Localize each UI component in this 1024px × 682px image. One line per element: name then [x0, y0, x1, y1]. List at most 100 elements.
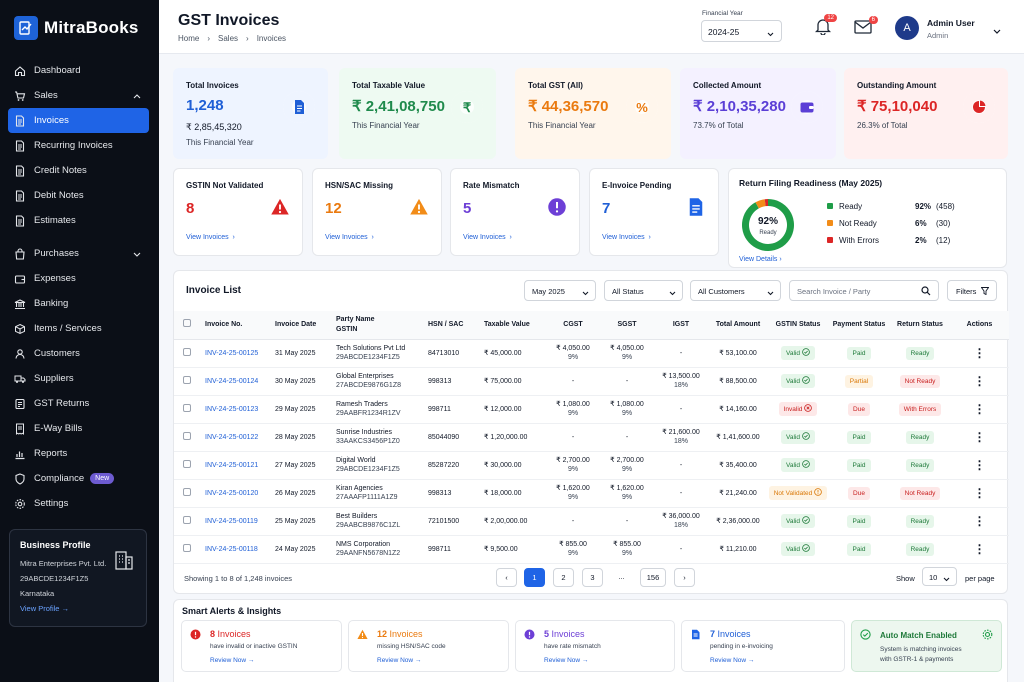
row-checkbox[interactable]: [183, 487, 191, 496]
sidebar-item-compliance[interactable]: Compliance New: [8, 466, 149, 491]
table-row[interactable]: INV-24-25-00121 27 May 2025 Digital World 2…: [174, 451, 1009, 479]
user-menu-chevron-icon[interactable]: [993, 26, 1001, 36]
invoice-number-link[interactable]: INV-24-25-00121: [205, 462, 258, 469]
status-filter-select[interactable]: All Status: [604, 280, 683, 301]
page-button-2[interactable]: 2: [553, 568, 574, 587]
more-vertical-icon[interactable]: ⋮: [974, 458, 986, 472]
month-filter-select[interactable]: May 2025: [524, 280, 596, 301]
customer-filter-select[interactable]: All Customers: [690, 280, 781, 301]
invoice-number-link[interactable]: INV-24-25-00125: [205, 350, 258, 357]
sidebar-item-dashboard[interactable]: Dashboard: [8, 58, 149, 83]
prev-page-button[interactable]: ‹: [496, 568, 517, 587]
sidebar-item-recurring-invoices[interactable]: Recurring Invoices: [8, 133, 149, 158]
row-checkbox[interactable]: [183, 543, 191, 552]
page-button-156[interactable]: 156: [640, 568, 666, 587]
review-now-link[interactable]: Review Now →: [377, 657, 421, 664]
view-profile-link[interactable]: View Profile →: [20, 604, 136, 613]
sidebar-item-reports[interactable]: Reports: [8, 441, 149, 466]
invoice-number-link[interactable]: INV-24-25-00120: [205, 490, 258, 497]
kpi-card-total-invoices[interactable]: Total Invoices 1,248 ₹ 2,85,45,320 This Fin…: [173, 68, 328, 159]
filters-button[interactable]: Filters: [947, 280, 997, 301]
sidebar-item-gst-returns[interactable]: GST Returns: [8, 391, 149, 416]
sidebar-item-credit-notes[interactable]: Credit Notes: [8, 158, 149, 183]
more-vertical-icon[interactable]: ⋮: [974, 402, 986, 416]
kpi-card-collected-amount[interactable]: Collected Amount ₹ 2,10,35,280 73.7% of To…: [680, 68, 836, 159]
sidebar-item-items-services[interactable]: Items / Services: [8, 316, 149, 341]
sidebar-item-e-way-bills[interactable]: E-Way Bills: [8, 416, 149, 441]
avatar[interactable]: A: [895, 16, 919, 40]
row-checkbox[interactable]: [183, 459, 191, 468]
notifications-button[interactable]: 12: [814, 14, 837, 37]
table-row[interactable]: INV-24-25-00122 28 May 2025 Sunrise Indust…: [174, 423, 1009, 451]
col-total[interactable]: Total Amount: [708, 311, 768, 340]
invoice-number-link[interactable]: INV-24-25-00123: [205, 406, 258, 413]
select-all-checkbox[interactable]: [183, 318, 191, 327]
view-invoices-link[interactable]: View Invoices ›: [463, 234, 512, 241]
view-invoices-link[interactable]: View Invoices ›: [186, 234, 235, 241]
review-now-link[interactable]: Review Now →: [544, 657, 588, 664]
col-payment-status[interactable]: Payment Status: [828, 311, 890, 340]
invoice-number-link[interactable]: INV-24-25-00119: [205, 518, 258, 525]
row-checkbox[interactable]: [183, 403, 191, 412]
financial-year-select[interactable]: 2024-25: [701, 20, 782, 42]
view-details-link[interactable]: View Details ›: [739, 256, 782, 263]
more-vertical-icon[interactable]: ⋮: [974, 374, 986, 388]
col-cgst[interactable]: CGST: [546, 311, 600, 340]
messages-button[interactable]: 6: [854, 16, 878, 36]
sidebar-item-debit-notes[interactable]: Debit Notes: [8, 183, 149, 208]
more-vertical-icon[interactable]: ⋮: [974, 514, 986, 528]
kpi-card-total-taxable-value[interactable]: Total Taxable Value ₹ 2,41,08,750 This Fin…: [339, 68, 496, 159]
col-taxable[interactable]: Taxable Value: [484, 311, 546, 340]
page-button-3[interactable]: 3: [582, 568, 603, 587]
col-party[interactable]: Party Name GSTIN: [336, 311, 428, 340]
col-invoice-no[interactable]: Invoice No.: [196, 311, 275, 340]
table-row[interactable]: INV-24-25-00124 30 May 2025 Global Enterpr…: [174, 367, 1009, 395]
more-vertical-icon[interactable]: ⋮: [974, 346, 986, 360]
review-now-link[interactable]: Review Now →: [710, 657, 754, 664]
breadcrumb-home[interactable]: Home: [178, 34, 199, 43]
view-invoices-link[interactable]: View Invoices ›: [325, 234, 374, 241]
sidebar-item-suppliers[interactable]: Suppliers: [8, 366, 149, 391]
invoice-number-link[interactable]: INV-24-25-00118: [205, 546, 258, 553]
next-page-button[interactable]: ›: [674, 568, 695, 587]
table-row[interactable]: INV-24-25-00120 26 May 2025 Kiran Agencies…: [174, 479, 1009, 507]
sidebar-item-purchases[interactable]: Purchases: [8, 241, 149, 266]
table-row[interactable]: INV-24-25-00125 31 May 2025 Tech Solutions…: [174, 339, 1009, 367]
kpi-card-total-gst-all[interactable]: Total GST (All) ₹ 44,36,570 This Financial…: [515, 68, 671, 159]
chevron-up-icon[interactable]: [133, 91, 141, 102]
chevron-down-icon[interactable]: [133, 249, 141, 260]
view-invoices-link[interactable]: View Invoices ›: [602, 234, 651, 241]
col-invoice-date[interactable]: Invoice Date: [275, 311, 336, 340]
sidebar-item-sales[interactable]: Sales: [8, 83, 149, 108]
table-row[interactable]: INV-24-25-00118 24 May 2025 NMS Corporatio…: [174, 535, 1009, 563]
row-checkbox[interactable]: [183, 347, 191, 356]
table-row[interactable]: INV-24-25-00123 29 May 2025 Ramesh Traders…: [174, 395, 1009, 423]
col-sgst[interactable]: SGST: [600, 311, 654, 340]
breadcrumb-sales[interactable]: Sales: [218, 34, 238, 43]
review-now-link[interactable]: Review Now →: [210, 657, 254, 664]
row-checkbox[interactable]: [183, 431, 191, 440]
gear-icon[interactable]: [982, 629, 993, 642]
col-hsn[interactable]: HSN / SAC: [428, 311, 484, 340]
sidebar-item-expenses[interactable]: Expenses: [8, 266, 149, 291]
table-row[interactable]: INV-24-25-00119 25 May 2025 Best Builders 2…: [174, 507, 1009, 535]
sidebar-item-invoices[interactable]: Invoices: [8, 108, 149, 133]
more-vertical-icon[interactable]: ⋮: [974, 486, 986, 500]
search-input[interactable]: Search Invoice / Party: [789, 280, 939, 301]
invoice-number-link[interactable]: INV-24-25-00124: [205, 378, 258, 385]
invoice-number-link[interactable]: INV-24-25-00122: [205, 434, 258, 441]
per-page-select[interactable]: 10: [922, 567, 957, 586]
col-return-status[interactable]: Return Status: [890, 311, 950, 340]
row-checkbox[interactable]: [183, 515, 191, 524]
sidebar-item-banking[interactable]: Banking: [8, 291, 149, 316]
more-vertical-icon[interactable]: ⋮: [974, 542, 986, 556]
page-button-1[interactable]: 1: [524, 568, 545, 587]
kpi-card-outstanding-amount[interactable]: Outstanding Amount ₹ 75,10,040 26.3% of To…: [844, 68, 1008, 159]
col-igst[interactable]: IGST: [654, 311, 708, 340]
row-checkbox[interactable]: [183, 375, 191, 384]
app-logo[interactable]: MitraBooks: [14, 16, 139, 40]
sidebar-item-settings[interactable]: Settings: [8, 491, 149, 516]
more-vertical-icon[interactable]: ⋮: [974, 430, 986, 444]
col-gstin-status[interactable]: GSTIN Status: [768, 311, 828, 340]
sidebar-item-customers[interactable]: Customers: [8, 341, 149, 366]
